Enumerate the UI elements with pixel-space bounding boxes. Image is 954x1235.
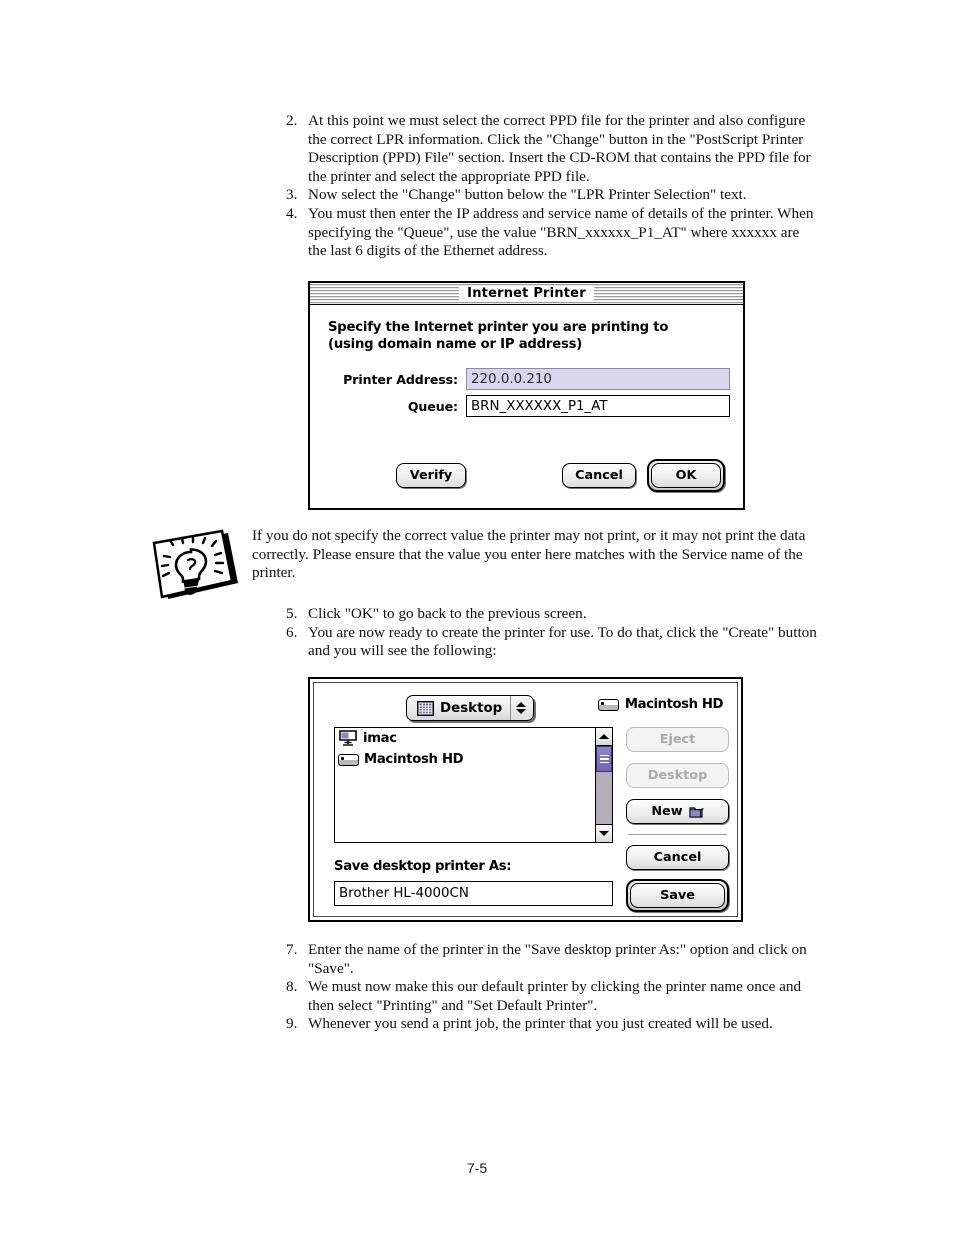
new-folder-label: New [651,804,683,819]
location-popup-label: Desktop [440,700,503,716]
verify-button[interactable]: Verify [396,463,466,488]
internet-printer-dialog[interactable]: Internet Printer Specify the Internet pr… [308,281,745,510]
imac-computer-icon [338,730,358,747]
file-browser-list[interactable]: imac Macintosh HD [334,727,596,843]
list-item: 6. You are now ready to create the print… [278,624,818,661]
list-item[interactable]: imac [335,728,595,749]
button-column-divider [628,834,727,835]
queue-row: Queue: BRN_XXXXXX_P1_AT [326,395,730,417]
list-item: 9. Whenever you send a print job, the pr… [278,1015,823,1034]
chevron-up-icon [516,702,527,707]
list-item-number: 5. [286,605,298,622]
save-button-default-ring[interactable]: Save [626,879,729,912]
list-item[interactable]: Macintosh HD [335,749,595,770]
new-folder-button[interactable]: New [626,799,729,824]
triangle-down-icon [599,831,609,836]
list-item: 5. Click "OK" to go back to the previous… [278,605,818,624]
dialog-heading: Specify the Internet printer you are pri… [328,319,728,353]
ok-button-default-ring[interactable]: OK [647,459,725,492]
desktop-grid-icon [417,700,434,716]
list-item-text: We must now make this our default printe… [308,978,802,1014]
note-block: If you do not specify the correct value … [144,525,824,607]
dialog-body: Specify the Internet printer you are pri… [310,305,743,508]
list-item-number: 3. [286,186,298,204]
list-item-text: You must then enter the IP address and s… [308,204,814,260]
dialog-heading-line-1: Specify the Internet printer you are pri… [328,320,669,335]
chevron-down-icon [516,709,527,714]
thumb-grip-line [599,754,609,757]
location-popup-content: Desktop [412,696,510,720]
folder-icon [689,805,704,818]
list-item-number: 9. [286,1015,298,1033]
document-page: 2. At this point we must select the corr… [0,0,954,1235]
location-popup-menu[interactable]: Desktop [406,695,535,721]
save-as-label: Save desktop printer As: [334,859,512,874]
popup-updown-arrows-icon[interactable] [510,696,532,720]
thumb-grip-line [599,761,609,764]
list-item-text: Click "OK" to go back to the previous sc… [308,605,587,622]
thumb-grip-line [599,758,609,760]
list-item-text: Whenever you send a print job, the print… [308,1015,773,1033]
list-item-label: Macintosh HD [364,752,464,767]
list-item: 8. We must now make this our default pri… [278,978,823,1015]
dialog-title: Internet Printer [459,286,594,301]
dialog-title-bar[interactable]: Internet Printer [310,283,743,305]
list-item-number: 4. [286,204,298,222]
scroll-up-button[interactable] [596,728,612,746]
instruction-list-top: 2. At this point we must select the corr… [278,112,818,261]
save-dialog-button-column: Eject Desktop New Cancel Save [626,727,729,912]
volume-name: Macintosh HD [624,697,724,712]
scroll-down-button[interactable] [596,824,612,842]
ok-button[interactable]: OK [651,463,721,488]
queue-input[interactable]: BRN_XXXXXX_P1_AT [466,395,730,417]
list-item: 2. At this point we must select the corr… [278,112,818,186]
hard-drive-icon [338,753,359,766]
printer-address-row: Printer Address: 220.0.0.210 [326,368,730,390]
eject-button[interactable]: Eject [626,727,729,752]
cancel-button[interactable]: Cancel [626,845,729,870]
dialog-heading-line-2: (using domain name or IP address) [328,337,583,352]
note-lightbulb-icon [144,527,240,605]
list-item-text: You are now ready to create the printer … [308,623,817,660]
instruction-list-bottom: 7. Enter the name of the printer in the … [278,941,823,1034]
printer-address-label: Printer Address: [343,371,458,387]
desktop-button[interactable]: Desktop [626,763,729,788]
list-item: 4. You must then enter the IP address an… [278,205,818,261]
list-item-text: At this point we must select the correct… [308,112,811,185]
current-volume-label: Macintosh HD [597,697,724,712]
scrollbar-thumb[interactable] [596,746,612,772]
list-item-label: imac [363,731,397,746]
list-item-number: 2. [286,112,298,129]
list-item: 3. Now select the "Change" button below … [278,186,818,205]
save-dialog-inner-frame: Desktop Macintosh HD imac Macintosh HD E… [313,682,738,917]
note-text: If you do not specify the correct value … [252,527,806,582]
triangle-up-icon [599,734,609,739]
printer-address-input[interactable]: 220.0.0.210 [466,368,730,390]
list-scrollbar[interactable] [596,727,613,843]
list-item-number: 8. [286,978,298,996]
cancel-button[interactable]: Cancel [562,463,636,488]
list-item: 7. Enter the name of the printer in the … [278,941,823,978]
queue-label: Queue: [407,398,458,414]
scrollbar-track[interactable] [596,746,612,824]
hard-drive-icon [597,698,619,711]
instruction-list-mid: 5. Click "OK" to go back to the previous… [278,605,818,661]
page-number: 7-5 [466,1160,488,1176]
list-item-text: Enter the name of the printer in the "Sa… [308,941,807,977]
list-item-text: Now select the "Change" button below the… [308,186,747,204]
list-item-number: 7. [286,941,298,958]
save-as-input[interactable]: Brother HL-4000CN [334,881,613,906]
save-desktop-printer-dialog[interactable]: Desktop Macintosh HD imac Macintosh HD E… [308,677,743,922]
list-item-number: 6. [286,623,298,641]
save-button[interactable]: Save [630,883,725,908]
